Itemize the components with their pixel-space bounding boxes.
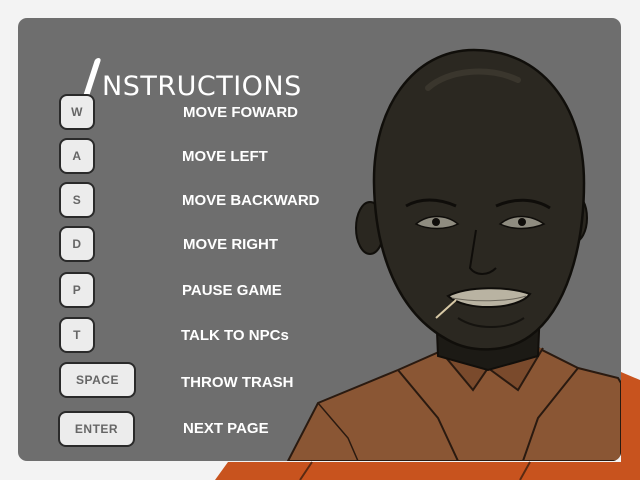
action-talk-to-npcs: TALK TO NPCs [181, 327, 289, 344]
action-move-right: MOVE RIGHT [183, 236, 279, 253]
action-move-left: MOVE LEFT [182, 148, 268, 165]
instructions-panel: NSTRUCTIONS W MOVE FOWARD A MOVE LEFT S … [18, 18, 621, 461]
key-p: P [59, 272, 95, 308]
key-a: A [59, 138, 95, 174]
key-space: SPACE [59, 362, 136, 398]
title-text: NSTRUCTIONS [102, 71, 302, 102]
action-move-backward: MOVE BACKWARD [182, 192, 320, 209]
action-pause-game: PAUSE GAME [182, 282, 282, 299]
action-move-forward: MOVE FOWARD [183, 104, 298, 121]
key-t: T [59, 317, 95, 353]
instructions-title: NSTRUCTIONS [80, 48, 302, 104]
key-d: D [59, 226, 95, 262]
key-enter: ENTER [58, 411, 135, 447]
action-next-page: NEXT PAGE [183, 420, 269, 437]
action-throw-trash: THROW TRASH [181, 374, 294, 391]
key-s: S [59, 182, 95, 218]
key-w: W [59, 94, 95, 130]
